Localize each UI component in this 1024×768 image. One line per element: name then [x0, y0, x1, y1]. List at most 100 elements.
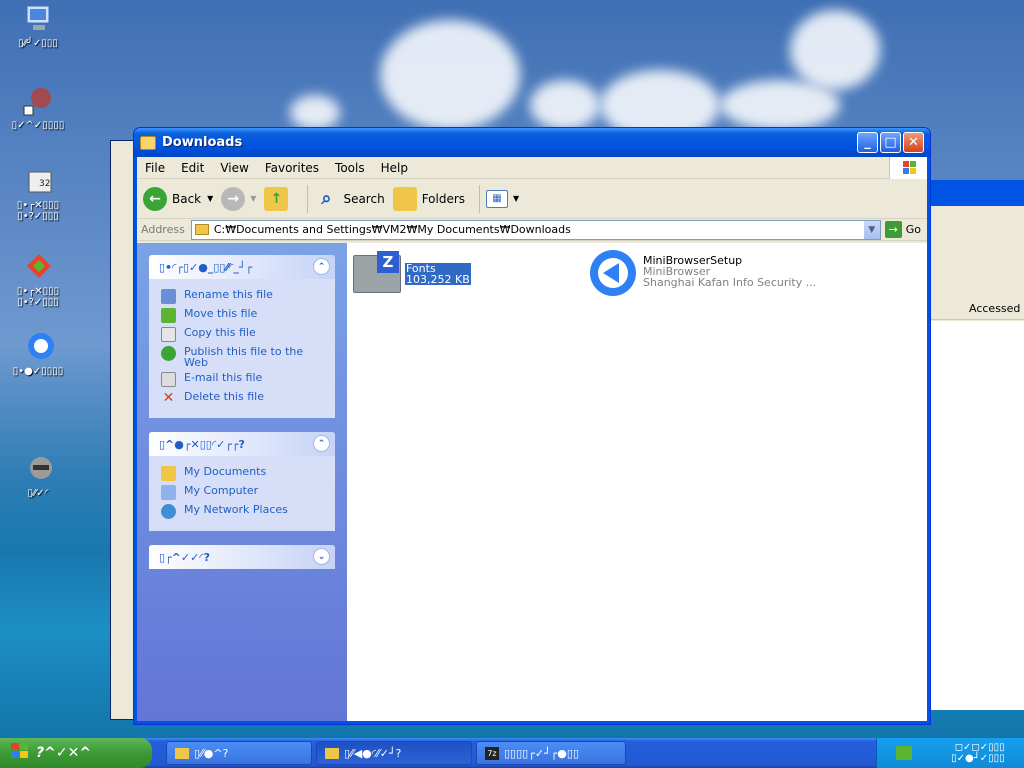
back-label: Back: [172, 191, 202, 206]
folders-button[interactable]: Folders: [392, 186, 466, 211]
menu-help[interactable]: Help: [373, 161, 416, 175]
collapse-icon[interactable]: ⌃: [313, 435, 330, 452]
search-button[interactable]: ⌕ Search: [314, 187, 384, 211]
address-label: Address: [141, 223, 185, 236]
task-rename[interactable]: Rename this file: [161, 289, 325, 304]
taskbar-button-active[interactable]: ▯⁄⁄◀●◜⁄⁄✓┘?: [316, 741, 472, 765]
search-icon: ⌕: [321, 188, 332, 209]
panel-title: ▯•◜┌▯✓●_▯▯⁄⁄◜_┘┌: [159, 260, 253, 274]
address-value: C:₩Documents and Settings₩VM2₩My Documen…: [213, 223, 571, 236]
cloud: [290, 95, 340, 130]
address-input[interactable]: C:₩Documents and Settings₩VM2₩My Documen…: [190, 219, 881, 240]
desktop-icon-app[interactable]: ▯⁄⁄✓◜: [3, 452, 73, 499]
network-tray-icon[interactable]: [896, 746, 913, 760]
other-places-panel: ▯^●┌✕▯▯◜✓┌┌? ⌃ My Documents My Computer …: [149, 432, 335, 531]
menu-bar: File Edit View Favorites Tools Help: [137, 157, 927, 179]
expand-icon[interactable]: ⌄: [313, 548, 330, 565]
panel-header[interactable]: ▯•◜┌▯✓●_▯▯⁄⁄◜_┘┌ ⌃: [149, 255, 335, 279]
menu-edit[interactable]: Edit: [173, 161, 212, 175]
folder-icon: [325, 747, 339, 759]
task-publish[interactable]: Publish this file to the Web: [161, 346, 325, 368]
desktop-icon-label: ▯•●✓▯▯▯▯: [12, 366, 64, 377]
forward-button[interactable]: → ▼: [221, 186, 256, 211]
desktop-icon-app[interactable]: ▯✓^✓▯▯▯▯: [3, 84, 73, 131]
search-label: Search: [343, 191, 385, 206]
close-button[interactable]: ✕: [903, 132, 924, 153]
panel-header[interactable]: ▯┌^✓✓◜? ⌄: [149, 545, 335, 569]
task-move[interactable]: Move this file: [161, 308, 325, 323]
computer-icon: [21, 2, 55, 36]
folders-label: Folders: [421, 191, 466, 206]
chevron-down-icon[interactable]: ▼: [207, 194, 213, 203]
maximize-button[interactable]: □: [880, 132, 901, 153]
go-button[interactable]: → Go: [884, 221, 921, 238]
desktop-icon-label: ▯⁄⁄✓◜: [27, 488, 49, 499]
task-pane: ▯•◜┌▯✓●_▯▯⁄⁄◜_┘┌ ⌃ Rename this file Move…: [137, 243, 347, 721]
start-button[interactable]: ?^✓✕^: [0, 738, 152, 768]
file-item-minibrowser[interactable]: MiniBrowserSetup MiniBrowser Shanghai Ka…: [589, 249, 816, 297]
desktop-icon-computer[interactable]: ▯⁄⁄╯✓▯▯▯: [3, 2, 73, 49]
taskbar-button[interactable]: ▯⁄⁄●^?: [166, 741, 312, 765]
toolbar-separator: [479, 184, 481, 213]
file-item-fonts[interactable]: Z Fonts 103,252 KB: [353, 251, 471, 293]
computer-icon: [161, 485, 176, 500]
collapse-icon[interactable]: ⌃: [313, 258, 330, 275]
place-my-documents[interactable]: My Documents: [161, 466, 325, 481]
move-icon: [161, 308, 176, 323]
tray-text: ▯✓●┘✓▯▯▯: [951, 753, 1005, 764]
toolbar-separator: [307, 184, 309, 213]
spark-icon: [21, 84, 55, 118]
up-button[interactable]: ↑: [264, 186, 293, 211]
desktop-icon-app[interactable]: 32 ▯•┌✕▯▯▯ ▯•?✓▯▯▯: [3, 164, 73, 222]
chevron-down-icon[interactable]: ▼: [513, 194, 519, 203]
taskbar-button[interactable]: 7z ▯▯▯▯┌✓┘┌●▯▯: [476, 741, 626, 765]
go-label: Go: [905, 223, 921, 236]
network-icon: [161, 504, 176, 519]
panel-title: ▯^●┌✕▯▯◜✓┌┌?: [159, 437, 245, 451]
task-email[interactable]: E-mail this file: [161, 372, 325, 387]
file-tasks-panel: ▯•◜┌▯✓●_▯▯⁄⁄◜_┘┌ ⌃ Rename this file Move…: [149, 255, 335, 418]
forward-arrow-icon: →: [221, 186, 246, 211]
menu-file[interactable]: File: [137, 161, 173, 175]
rename-icon: [161, 289, 176, 304]
file-size: 103,252 KB: [405, 273, 471, 286]
menu-tools[interactable]: Tools: [327, 161, 373, 175]
browser-icon: [21, 330, 55, 364]
task-copy[interactable]: Copy this file: [161, 327, 325, 342]
cloud: [530, 80, 600, 130]
explorer-window[interactable]: Downloads _ □ ✕ File Edit View Favorites…: [133, 127, 931, 725]
desktop-icon-app[interactable]: ▯•●✓▯▯▯▯: [3, 330, 73, 377]
package-icon: 32: [21, 164, 55, 198]
menu-view[interactable]: View: [212, 161, 256, 175]
minibrowser-icon: [589, 249, 637, 297]
column-header-accessed[interactable]: Accessed: [931, 298, 1024, 320]
desktop-icon-app[interactable]: ▯•┌✕▯▯▯ ▯•?✓▯▯▯: [3, 250, 73, 308]
views-button[interactable]: ▦ ▼: [486, 189, 519, 208]
back-button[interactable]: ← Back ▼: [143, 186, 213, 211]
place-my-computer[interactable]: My Computer: [161, 485, 325, 500]
desktop-icon-label: ▯•┌✕▯▯▯ ▯•?✓▯▯▯: [16, 286, 60, 308]
svg-text:32: 32: [39, 179, 50, 189]
zip-folder-icon: Z: [353, 251, 401, 293]
file-list[interactable]: Z Fonts 103,252 KB MiniBrowserSetup Mini…: [347, 243, 927, 721]
copy-icon: [161, 327, 176, 342]
taskbar-button-label: ▯▯▯▯┌✓┘┌●▯▯: [504, 746, 580, 760]
documents-icon: [161, 466, 176, 481]
title-bar[interactable]: Downloads _ □ ✕: [134, 128, 930, 157]
place-my-network[interactable]: My Network Places: [161, 504, 325, 519]
folder-up-icon: ↑: [264, 186, 289, 211]
desktop-icon-label: ▯•┌✕▯▯▯ ▯•?✓▯▯▯: [16, 200, 60, 222]
shield-icon: [21, 250, 55, 284]
menu-favorites[interactable]: Favorites: [257, 161, 327, 175]
chevron-down-icon[interactable]: ▼: [250, 194, 256, 203]
minimize-button[interactable]: _: [857, 132, 878, 153]
raccoon-icon: [21, 452, 55, 486]
toolbar: ← Back ▼ → ▼ ↑ ⌕ Search Folders ▦ ▼: [137, 179, 927, 219]
task-delete[interactable]: ✕ Delete this file: [161, 391, 325, 406]
email-icon: [161, 372, 176, 387]
folder-icon: [175, 747, 189, 759]
start-label: ?^✓✕^: [36, 745, 92, 761]
panel-header[interactable]: ▯^●┌✕▯▯◜✓┌┌? ⌃: [149, 432, 335, 456]
address-dropdown-icon[interactable]: ▼: [863, 220, 880, 239]
7zip-icon: 7z: [485, 746, 499, 760]
